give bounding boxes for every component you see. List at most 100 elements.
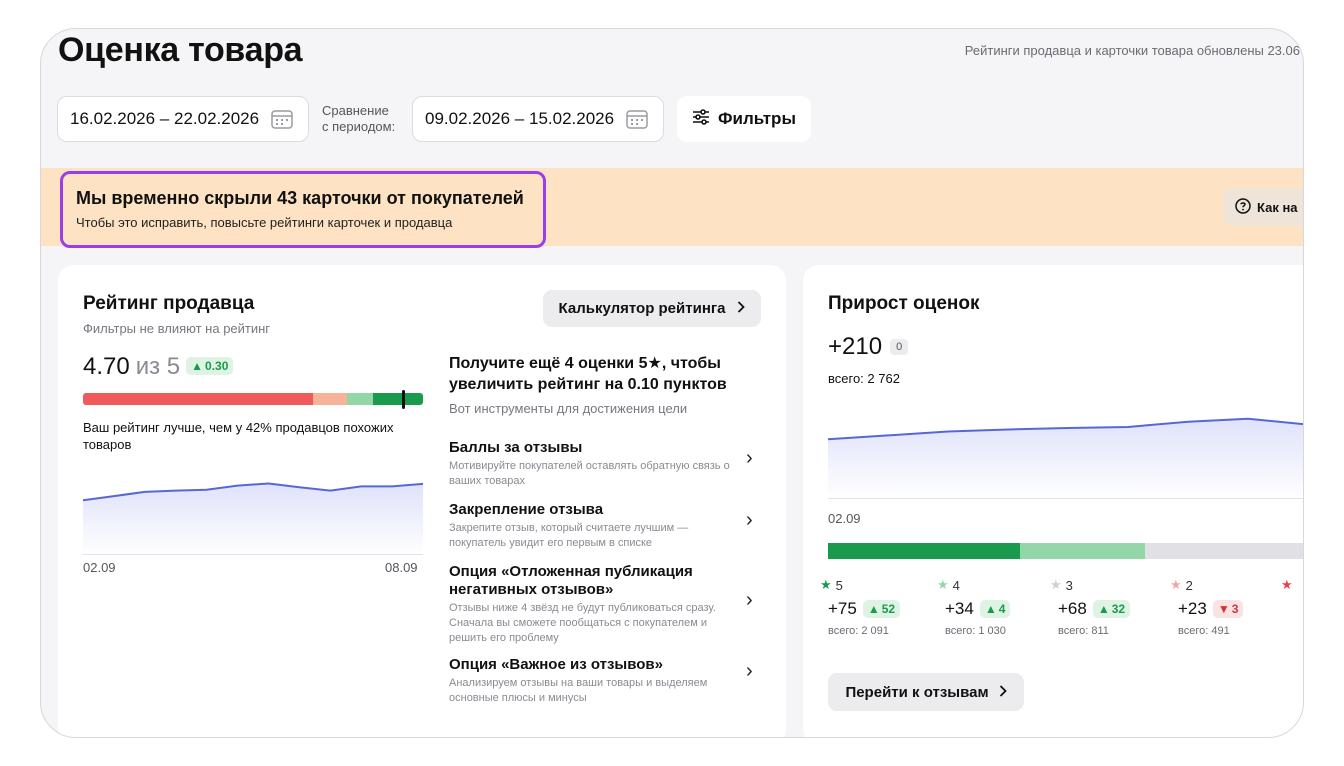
star-delta-line: +34 ▲ 4 [945, 599, 1055, 619]
star-change-value: 3 [1231, 602, 1239, 616]
seller-rating-title: Рейтинг продавца [83, 293, 255, 314]
rating-calculator-button[interactable]: Калькулятор рейтинга [543, 290, 761, 327]
seller-rating-trend-chart [83, 482, 423, 555]
star-5-stats: ★ 5 +75 ▲ 52 всего: 2 091 [820, 577, 938, 637]
tool-pin-review[interactable]: Закрепление отзыва Закрепите отзыв, кото… [449, 501, 759, 551]
triangle-up-icon: ▲ [191, 359, 204, 373]
star-change-badge: ▲ 52 [862, 600, 901, 618]
star-delta: +23 [1178, 599, 1207, 618]
seller-rating-subtitle: Фильтры не влияют на рейтинг [83, 321, 271, 336]
star-change-badge: ▲ 32 [1092, 600, 1131, 618]
rating-of: из 5 [135, 353, 181, 380]
triangle-up-icon: ▲ [984, 602, 997, 616]
star-icon: ★ [1170, 577, 1182, 592]
tool-important-reviews[interactable]: Опция «Важное из отзывов» Анализируем от… [449, 656, 759, 706]
howto-button[interactable]: Как на [1223, 188, 1303, 226]
rating-value-line: 4.70 из 5 ▲ 0.30 [83, 353, 234, 381]
updated-note: Рейтинги продавца и карточки товара обно… [964, 43, 1300, 58]
go-to-reviews-label: Перейти к отзывам [845, 683, 989, 701]
growth-title: Прирост оценок [828, 293, 980, 314]
rating-calculator-label: Калькулятор рейтинга [558, 300, 726, 317]
tool-title: Опция «Отложенная публикация негативных … [449, 563, 693, 598]
tool-description: Мотивируйте покупателей оставлять обратн… [449, 460, 730, 487]
go-to-reviews-button[interactable]: Перейти к отзывам [828, 673, 1024, 711]
scale-segment-red [83, 393, 313, 405]
star-4-stats: ★ 4 +34 ▲ 4 всего: 1 030 [937, 577, 1055, 637]
star-label: ★ [1281, 577, 1303, 593]
growth-delta-badge: 0 [890, 339, 909, 355]
compare-date-value: 09.02.2026 – 15.02.2026 [425, 109, 615, 128]
filters-button[interactable]: Фильтры [677, 96, 811, 142]
star-total: всего: 811 [1058, 625, 1109, 637]
calendar-icon [626, 109, 648, 129]
trend-area [828, 418, 1303, 499]
compare-label: Сравнение с периодом: [322, 103, 395, 135]
star-icon: ★ [1050, 577, 1062, 592]
distribution-segment [828, 543, 1020, 559]
star-3-stats: ★ 3 +68 ▲ 32 всего: 811 [1050, 577, 1168, 637]
chevron-right-icon: › [746, 589, 753, 611]
distribution-segment [1020, 543, 1145, 559]
rating-delta-value: 0.30 [205, 359, 229, 373]
distribution-segment [1144, 543, 1303, 559]
rating-scale-marker [402, 390, 405, 409]
banner-highlight: Мы временно скрыли 43 карточки от покупа… [60, 171, 546, 248]
growth-total: всего: 2 762 [828, 371, 900, 386]
filters-label: Фильтры [718, 109, 796, 128]
banner-title: Мы временно скрыли 43 карточки от покупа… [76, 188, 524, 208]
chevron-right-icon: › [746, 447, 753, 469]
star-label-value: 4 [952, 577, 960, 593]
star-label-value: 2 [1185, 577, 1193, 593]
chevron-right-icon [737, 300, 746, 317]
triangle-up-icon: ▲ [867, 602, 880, 616]
rating-scale-bar [83, 393, 423, 405]
star-label-value: 5 [835, 577, 843, 593]
calendar-icon [271, 109, 293, 129]
app-window: Оценка товара Рейтинги продавца и карточ… [40, 28, 1304, 738]
trend-axis-end: 08.09 [385, 560, 418, 575]
rating-delta-badge: ▲ 0.30 [186, 357, 234, 375]
star-label: ★ 2 [1170, 577, 1288, 593]
scale-segment-salmon [313, 393, 347, 405]
star-label: ★ 5 [820, 577, 938, 593]
tool-title: Баллы за отзывы [449, 439, 583, 456]
help-icon [1235, 197, 1251, 217]
compare-date-field[interactable]: 09.02.2026 – 15.02.2026 [412, 96, 664, 142]
period-date-value: 16.02.2026 – 22.02.2026 [70, 109, 260, 128]
goal-subtitle: Вот инструменты для достижения цели [449, 401, 688, 416]
star-change-value: 52 [881, 602, 896, 616]
star-icon: ★ [937, 577, 949, 592]
star-icon: ★ [1281, 577, 1293, 592]
triangle-down-icon: ▼ [1217, 602, 1230, 616]
rating-growth-card: Прирост оценок +210 0 всего: 2 762 02.09… [803, 265, 1303, 737]
star-icon: ★ [820, 577, 832, 592]
scale-segment-lightgreen [347, 393, 373, 405]
star-label: ★ 4 [937, 577, 1055, 593]
rating-distribution-bar [828, 543, 1303, 559]
star-delta-line: +68 ▲ 32 [1058, 599, 1168, 619]
star-total: всего: 1 030 [945, 625, 1006, 637]
star-2-stats: ★ 2 +23 ▼ 3 всего: 491 [1170, 577, 1288, 637]
rating-comparison-text: Ваш рейтинг лучше, чем у 42% продавцов п… [83, 420, 394, 452]
star-total: всего: 491 [1178, 625, 1230, 637]
page-title: Оценка товара [58, 31, 303, 69]
growth-value-line: +210 0 [828, 333, 909, 361]
star-change-badge: ▼ 3 [1212, 600, 1244, 618]
star-change-value: 32 [1111, 602, 1126, 616]
star-total: всего: 2 091 [828, 625, 889, 637]
triangle-up-icon: ▲ [1097, 602, 1110, 616]
compare-label-text: Сравнение с периодом: [322, 103, 396, 134]
star-delta: +75 [828, 599, 857, 618]
chevron-right-icon: › [746, 509, 753, 531]
tool-review-points[interactable]: Баллы за отзывы Мотивируйте покупателей … [449, 439, 759, 489]
howto-label: Как на [1257, 199, 1298, 215]
star-label-value: 3 [1065, 577, 1073, 593]
star-delta-line: +23 ▼ 3 [1178, 599, 1288, 619]
period-date-field[interactable]: 16.02.2026 – 22.02.2026 [57, 96, 309, 142]
seller-rating-card: Рейтинг продавца Фильтры не влияют на ре… [58, 265, 786, 737]
tool-delayed-publication[interactable]: Опция «Отложенная публикация негативных … [449, 563, 759, 646]
sliders-icon [692, 108, 710, 130]
scale-segment-green [373, 393, 423, 405]
star-change-value: 4 [998, 602, 1006, 616]
chevron-right-icon [999, 684, 1007, 701]
